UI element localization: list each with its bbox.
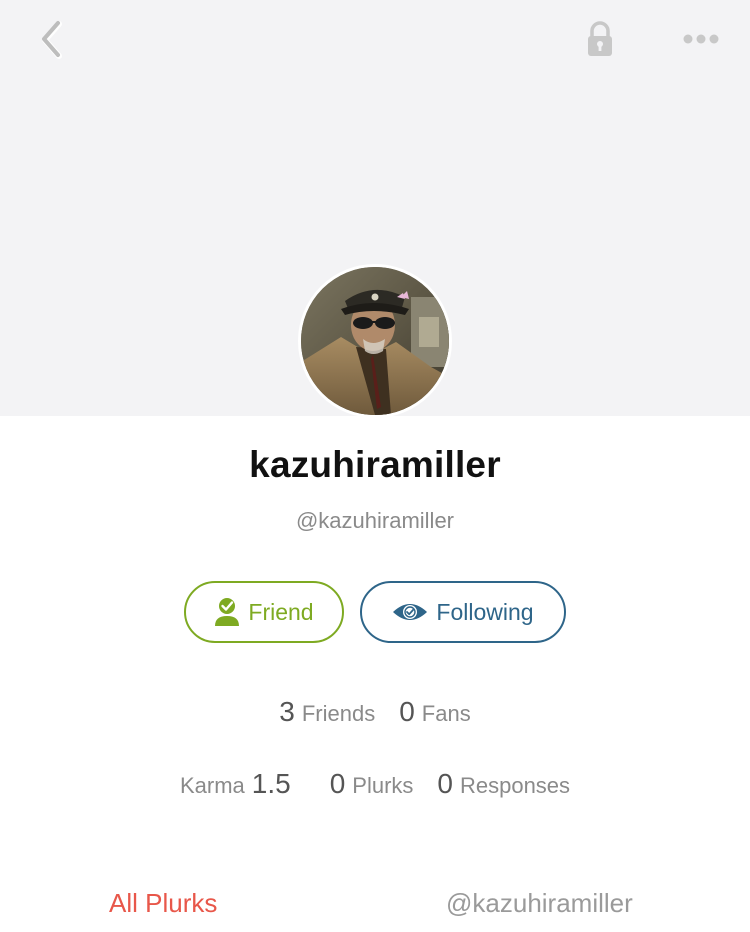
following-button[interactable]: Following bbox=[360, 581, 566, 643]
fans-stat[interactable]: 0 Fans bbox=[399, 696, 471, 728]
activity-stats: Karma 1.5 0 Plurks 0 Responses bbox=[0, 768, 750, 800]
tab-user-plurks[interactable]: @kazuhiramiller bbox=[446, 888, 633, 919]
friend-button-label: Friend bbox=[248, 598, 314, 625]
more-button[interactable] bbox=[676, 22, 726, 60]
avatar-photo bbox=[301, 267, 449, 415]
chevron-left-icon bbox=[37, 18, 67, 67]
eye-check-icon bbox=[392, 600, 428, 624]
display-name: kazuhiramiller bbox=[249, 444, 501, 485]
fans-label: Fans bbox=[421, 701, 471, 726]
karma-label: Karma bbox=[179, 773, 245, 798]
fans-count: 0 bbox=[399, 696, 415, 727]
friend-button[interactable]: Friend bbox=[184, 581, 344, 643]
responses-label: Responses bbox=[459, 773, 571, 798]
friends-count: 3 bbox=[279, 696, 295, 727]
person-check-icon bbox=[214, 597, 240, 627]
plurks-label: Plurks bbox=[352, 773, 414, 798]
avatar[interactable] bbox=[298, 264, 452, 418]
friends-stat[interactable]: 3 Friends bbox=[279, 696, 375, 728]
lock-button[interactable] bbox=[578, 18, 622, 66]
back-button[interactable] bbox=[28, 18, 76, 66]
profile-page: kazuhiramiller @kazuhiramiller Friend Fo… bbox=[0, 0, 750, 932]
more-horizontal-icon bbox=[681, 32, 721, 51]
friends-label: Friends bbox=[301, 701, 376, 726]
plurks-stat[interactable]: 0 Plurks bbox=[330, 768, 414, 800]
karma-value: 1.5 bbox=[251, 768, 291, 799]
tab-all-plurks[interactable]: All Plurks bbox=[109, 888, 217, 919]
social-stats: 3 Friends 0 Fans bbox=[0, 696, 750, 728]
karma-stat: Karma 1.5 bbox=[180, 768, 298, 800]
following-button-label: Following bbox=[436, 598, 534, 625]
responses-stat[interactable]: 0 Responses bbox=[437, 768, 570, 800]
plurks-count: 0 bbox=[329, 768, 346, 799]
lock-icon bbox=[584, 20, 616, 65]
username: @kazuhiramiller bbox=[295, 508, 455, 533]
responses-count: 0 bbox=[437, 768, 453, 799]
